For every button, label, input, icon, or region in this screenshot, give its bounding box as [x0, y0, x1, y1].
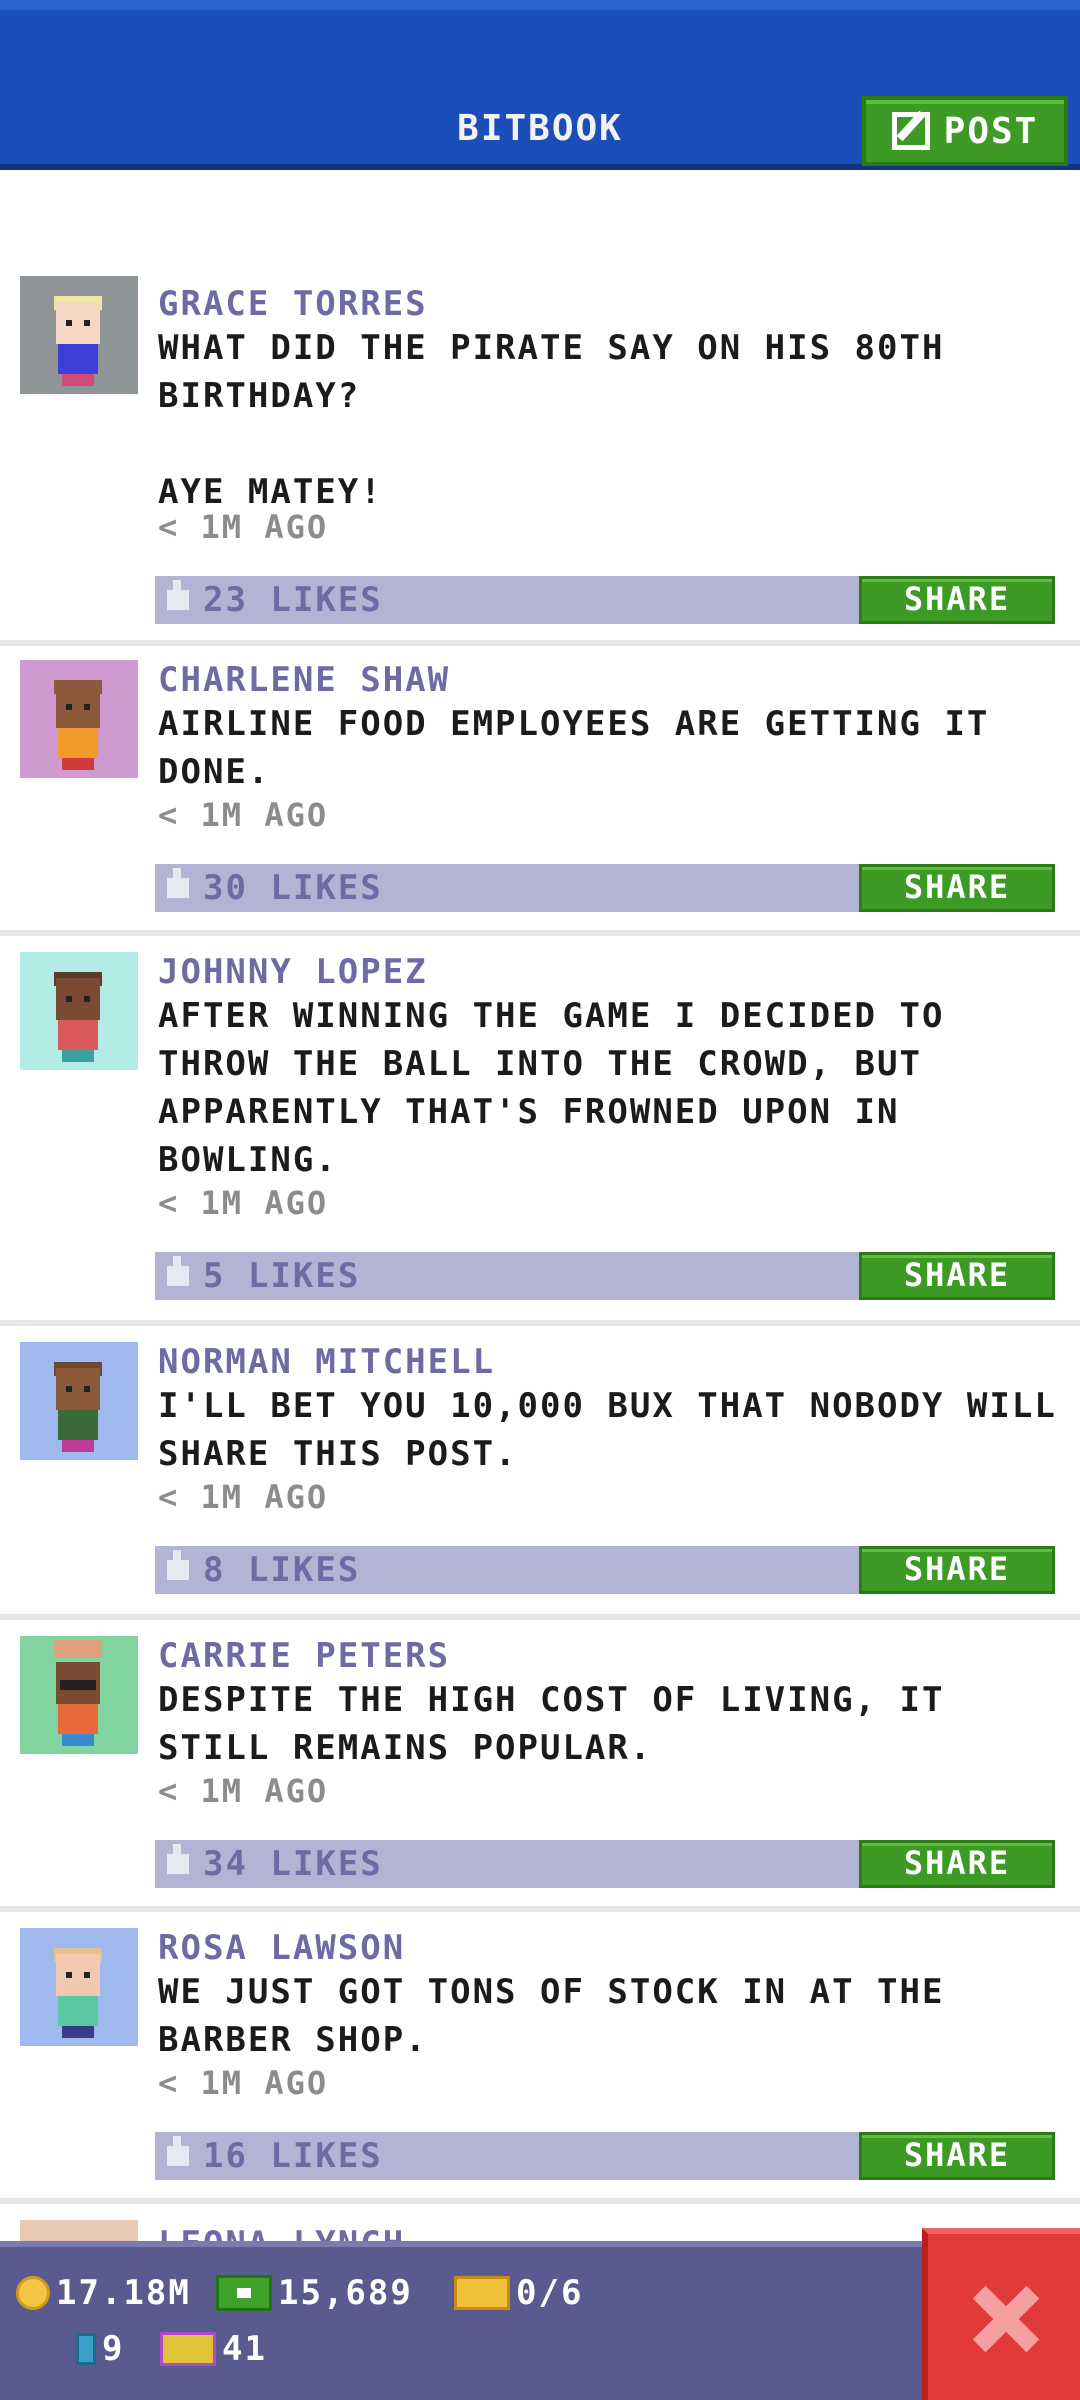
coins-value: 17.18M: [56, 2273, 191, 2313]
feed-post: ROSA LAWSON WE JUST GOT TONS OF STOCK IN…: [0, 1920, 1080, 2204]
post-message: WE JUST GOT TONS OF STOCK IN AT THE BARB…: [158, 1972, 967, 2060]
post-message: I'LL BET YOU 10,000 BUX THAT NOBODY WILL…: [158, 1386, 1080, 1474]
avatar: [20, 1636, 138, 1754]
app-header: BITBOOK POST: [0, 0, 1080, 170]
coins-stat: 17.18M: [16, 2273, 191, 2313]
feed-post: NORMAN MITCHELL I'LL BET YOU 10,000 BUX …: [0, 1334, 1080, 1620]
likes-count: 34 LIKES: [203, 1844, 383, 1884]
post-time: < 1M AGO: [158, 796, 329, 834]
post-author[interactable]: NORMAN MITCHELL: [158, 1342, 495, 1382]
avatar: [20, 276, 138, 394]
post-author[interactable]: ROSA LAWSON: [158, 1928, 405, 1968]
post-message: WHAT DID THE PIRATE SAY ON HIS 80TH BIRT…: [158, 328, 945, 512]
thumbs-up-icon: [167, 1256, 189, 1286]
coin-icon: [16, 2276, 50, 2310]
post-author[interactable]: LEONA LYNCH: [158, 2224, 405, 2241]
share-button[interactable]: SHARE: [859, 576, 1055, 624]
feed-post: CARRIE PETERS DESPITE THE HIGH COST OF L…: [0, 1628, 1080, 1912]
bux-icon: [216, 2275, 272, 2311]
post-message: DESPITE THE HIGH COST OF LIVING, IT STIL…: [158, 1680, 967, 1768]
post-time: < 1M AGO: [158, 508, 329, 546]
thumbs-up-icon: [167, 2136, 189, 2166]
floors-value: 9: [102, 2329, 125, 2369]
post-button[interactable]: POST: [862, 96, 1068, 166]
avatar: [20, 2220, 138, 2241]
share-button[interactable]: SHARE: [859, 1546, 1055, 1594]
feed[interactable]: GRACE TORRES WHAT DID THE PIRATE SAY ON …: [0, 176, 1080, 2241]
likes-count: 23 LIKES: [203, 580, 383, 620]
feed-post: CHARLENE SHAW AIRLINE FOOD EMPLOYEES ARE…: [0, 652, 1080, 936]
thumbs-up-icon: [167, 1550, 189, 1580]
status-bar: 17.18M 15,689 0/6 9 41: [0, 2241, 1080, 2400]
floors-stat: 9: [76, 2329, 124, 2369]
avatar: [20, 1928, 138, 2046]
tickets-value: 0/6: [516, 2273, 584, 2313]
post-time: < 1M AGO: [158, 2064, 329, 2102]
thumbs-up-icon: [167, 1844, 189, 1874]
post-author[interactable]: JOHNNY LOPEZ: [158, 952, 428, 992]
likes-count: 5 LIKES: [203, 1256, 361, 1296]
post-author[interactable]: GRACE TORRES: [158, 284, 428, 324]
thumbs-up-icon: [167, 868, 189, 898]
likes-bar: 34 LIKES SHARE: [155, 1840, 1055, 1888]
vip-icon: [160, 2332, 216, 2366]
edit-icon: [891, 112, 930, 150]
tickets-stat: 0/6: [454, 2273, 583, 2313]
post-time: < 1M AGO: [158, 1478, 329, 1516]
avatar: [20, 1342, 138, 1460]
post-button-label: POST: [943, 110, 1039, 152]
bux-value: 15,689: [278, 2273, 413, 2313]
post-author[interactable]: CARRIE PETERS: [158, 1636, 450, 1676]
vip-stat: 41: [160, 2329, 267, 2369]
post-message: AIRLINE FOOD EMPLOYEES ARE GETTING IT DO…: [158, 704, 1012, 792]
likes-bar: 30 LIKES SHARE: [155, 864, 1055, 912]
likes-count: 30 LIKES: [203, 868, 383, 908]
likes-bar: 8 LIKES SHARE: [155, 1546, 1055, 1594]
tower-icon: [76, 2333, 96, 2365]
share-button[interactable]: SHARE: [859, 2132, 1055, 2180]
vip-value: 41: [222, 2329, 267, 2369]
post-author[interactable]: CHARLENE SHAW: [158, 660, 450, 700]
thumbs-up-icon: [167, 580, 189, 610]
feed-post: LEONA LYNCH: [0, 2212, 1080, 2241]
feed-post: GRACE TORRES WHAT DID THE PIRATE SAY ON …: [0, 276, 1080, 646]
likes-count: 16 LIKES: [203, 2136, 383, 2176]
likes-bar: 5 LIKES SHARE: [155, 1252, 1055, 1300]
likes-count: 8 LIKES: [203, 1550, 361, 1590]
close-button[interactable]: [922, 2228, 1080, 2400]
share-button[interactable]: SHARE: [859, 864, 1055, 912]
feed-post: JOHNNY LOPEZ AFTER WINNING THE GAME I DE…: [0, 944, 1080, 1326]
post-time: < 1M AGO: [158, 1184, 329, 1222]
share-button[interactable]: SHARE: [859, 1252, 1055, 1300]
bux-stat: 15,689: [216, 2273, 413, 2313]
likes-bar: 23 LIKES SHARE: [155, 576, 1055, 624]
likes-bar: 16 LIKES SHARE: [155, 2132, 1055, 2180]
share-button[interactable]: SHARE: [859, 1840, 1055, 1888]
post-time: < 1M AGO: [158, 1772, 329, 1810]
post-message: AFTER WINNING THE GAME I DECIDED TO THRO…: [158, 996, 967, 1180]
avatar: [20, 660, 138, 778]
ticket-icon: [454, 2276, 510, 2310]
avatar: [20, 952, 138, 1070]
